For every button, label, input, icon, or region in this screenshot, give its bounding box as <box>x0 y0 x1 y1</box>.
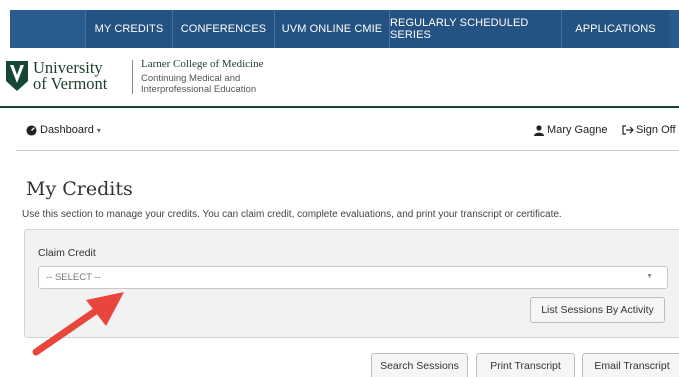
email-transcript-button[interactable]: Email Transcript <box>582 353 679 377</box>
sign-out-icon <box>622 125 634 135</box>
claim-credit-label: Claim Credit <box>38 247 96 259</box>
annotation-arrow-icon <box>32 292 124 356</box>
brand-divider <box>132 60 133 94</box>
list-sessions-by-activity-button[interactable]: List Sessions By Activity <box>530 297 665 323</box>
user-profile-link[interactable]: Mary Gagne <box>534 124 608 136</box>
brand-logo[interactable]: University of Vermont Larner College of … <box>0 56 300 102</box>
nav-regularly-scheduled-series[interactable]: REGULARLY SCHEDULED SERIES <box>389 10 561 48</box>
nav-my-credits[interactable]: MY CREDITS <box>85 10 172 48</box>
nav-lead-block <box>10 10 85 48</box>
header-accent-line <box>0 106 679 108</box>
department-name: Continuing Medical and Interprofessional… <box>141 73 256 95</box>
userbar-divider <box>16 150 679 151</box>
sign-off-label: Sign Off <box>636 124 676 136</box>
dashboard-menu[interactable]: Dashboard ▾ <box>26 124 101 136</box>
select-caret-icon: ▼ <box>646 273 653 280</box>
nav-uvm-online-cmie[interactable]: UVM ONLINE CMIE <box>274 10 389 48</box>
search-sessions-button[interactable]: Search Sessions <box>371 353 468 377</box>
user-bar: Dashboard ▾ Mary Gagne Sign Off <box>0 110 679 150</box>
print-transcript-button[interactable]: Print Transcript <box>476 353 575 377</box>
department-line2: Interprofessional Education <box>141 84 257 95</box>
college-name: Larner College of Medicine <box>141 58 264 70</box>
nav-items: MY CREDITS CONFERENCES UVM ONLINE CMIE R… <box>85 10 669 48</box>
top-nav: MY CREDITS CONFERENCES UVM ONLINE CMIE R… <box>0 0 679 48</box>
user-name: Mary Gagne <box>547 124 608 136</box>
dashboard-label: Dashboard <box>40 124 94 136</box>
page-description: Use this section to manage your credits.… <box>22 209 562 220</box>
tachometer-icon <box>26 124 37 136</box>
uvm-shield-icon <box>6 61 28 91</box>
select-value: -- SELECT -- <box>46 272 101 283</box>
sign-off-link[interactable]: Sign Off <box>622 124 676 136</box>
university-name: University of Vermont <box>33 59 108 93</box>
chevron-down-icon: ▾ <box>96 125 101 135</box>
user-icon <box>534 124 544 136</box>
page-title: My Credits <box>26 178 133 200</box>
university-line2: of Vermont <box>33 74 108 93</box>
department-line1: Continuing Medical and <box>141 73 241 84</box>
nav-conferences[interactable]: CONFERENCES <box>172 10 274 48</box>
nav-applications[interactable]: APPLICATIONS <box>561 10 669 48</box>
